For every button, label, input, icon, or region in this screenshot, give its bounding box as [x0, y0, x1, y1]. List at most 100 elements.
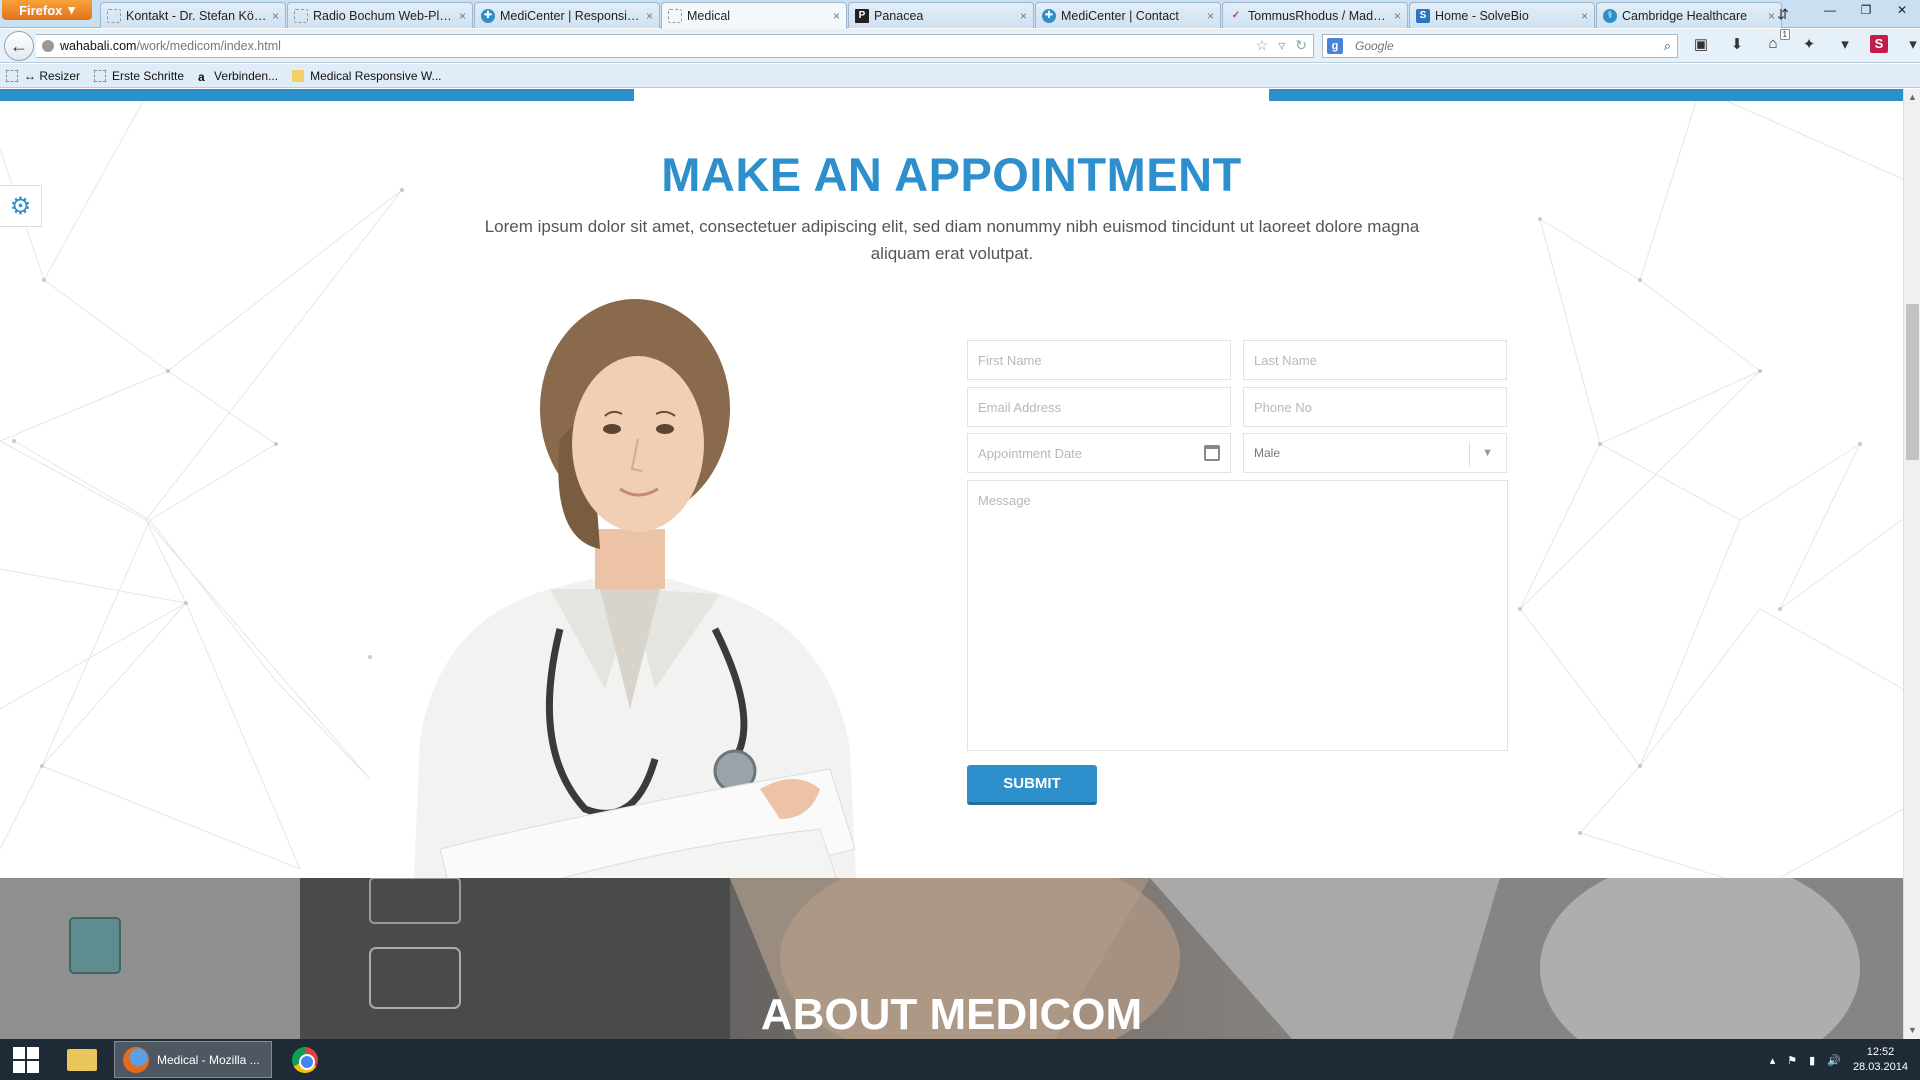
first-name-input[interactable]: [978, 352, 1230, 368]
reload-icon[interactable]: ↻: [1295, 37, 1307, 54]
tab-close-icon[interactable]: ×: [1581, 9, 1588, 23]
page-scrollbar[interactable]: ▲ ▼: [1903, 89, 1920, 1039]
windows-start-icon[interactable]: [6, 1043, 46, 1077]
blank-page-icon: [94, 69, 107, 82]
browser-tab[interactable]: P Panacea ×: [848, 2, 1034, 28]
list-all-tabs-button[interactable]: ⇵: [1770, 3, 1796, 25]
bookmark-item[interactable]: Erste Schritte: [94, 69, 184, 83]
blank-page-icon: [294, 8, 308, 23]
email-input[interactable]: [978, 399, 1230, 415]
tab-close-icon[interactable]: ×: [272, 9, 279, 23]
tab-title: MediCenter | Responsive ...: [500, 8, 642, 23]
tray-expand-icon[interactable]: ▴: [1770, 1054, 1776, 1067]
amazon-icon: a: [198, 69, 205, 84]
tab-title: MediCenter | Contact: [1061, 8, 1179, 23]
tab-title: Panacea: [874, 8, 924, 23]
tab-close-icon[interactable]: ×: [1394, 9, 1401, 23]
browser-tab[interactable]: ✚ MediCenter | Contact ×: [1035, 2, 1221, 28]
phone-input[interactable]: [1254, 399, 1506, 415]
downloads-icon[interactable]: ⬇: [1726, 35, 1748, 53]
doctor-image: [410, 299, 860, 967]
s-extension-icon[interactable]: S: [1870, 35, 1888, 53]
bookmark-item[interactable]: Medical Responsive W...: [292, 68, 442, 83]
close-window-icon[interactable]: ✕: [1884, 0, 1920, 20]
network-signal-icon[interactable]: ▮: [1809, 1054, 1815, 1067]
browser-tab[interactable]: S Home - SolveBio ×: [1409, 2, 1595, 28]
file-explorer-icon[interactable]: [58, 1041, 106, 1078]
solvebio-icon: S: [1416, 8, 1430, 23]
last-name-field[interactable]: [1243, 340, 1507, 380]
appointment-date-field[interactable]: [967, 433, 1231, 473]
history-dropdown-icon[interactable]: ▿: [1278, 37, 1285, 54]
section-title: MAKE AN APPOINTMENT: [661, 148, 1242, 201]
phone-field[interactable]: [1243, 387, 1507, 427]
tab-title: Medical: [687, 9, 731, 23]
scroll-thumb[interactable]: [1906, 304, 1919, 460]
gender-select[interactable]: Male ▼: [1243, 433, 1507, 473]
bookmark-star-icon[interactable]: ☆: [1256, 37, 1269, 54]
tommus-icon: ✓: [1231, 10, 1241, 21]
url-bar[interactable]: wahabali.com/work/medicom/index.html ☆ ▿…: [36, 34, 1314, 58]
message-textarea[interactable]: [967, 480, 1508, 751]
addon-icon[interactable]: ✦: [1798, 35, 1820, 53]
folder-icon: [292, 69, 305, 82]
url-bar-actions: ☆ ▿ ↻: [1256, 37, 1307, 54]
blank-page-icon: [107, 8, 121, 23]
blank-page-icon: [6, 69, 18, 82]
url-host: wahabali.com: [60, 39, 137, 53]
volume-icon[interactable]: 🔊: [1827, 1054, 1841, 1067]
search-magnifier-icon[interactable]: ⌕: [1664, 38, 1671, 54]
browser-tab[interactable]: Radio Bochum Web-Player ×: [287, 2, 473, 28]
browser-tab[interactable]: Kontakt - Dr. Stefan Köni... ×: [100, 2, 286, 28]
tab-close-icon[interactable]: ×: [1020, 9, 1027, 23]
toolbar-icons: ▣ ⬇ ⌂ ✦ ▾ S ▾: [1690, 29, 1920, 53]
taskbar-firefox-window[interactable]: Medical - Mozilla ...: [114, 1041, 272, 1078]
appointment-date-input[interactable]: [978, 445, 1230, 461]
minimize-icon[interactable]: —: [1812, 0, 1848, 20]
search-bar[interactable]: g ⌕: [1322, 34, 1678, 58]
last-name-input[interactable]: [1254, 352, 1506, 368]
browser-tab[interactable]: ✚ MediCenter | Responsive ... ×: [474, 2, 660, 28]
browser-tab[interactable]: Medical ×: [661, 2, 847, 29]
back-button[interactable]: ←: [4, 31, 34, 61]
browser-tab[interactable]: ⚕ Cambridge Healthcare ×: [1596, 2, 1782, 28]
about-title: ABOUT MEDICOM: [760, 990, 1143, 1039]
menu-chevron-icon[interactable]: ▾: [1834, 35, 1856, 53]
overflow-chevron-icon[interactable]: ▾: [1902, 35, 1920, 53]
email-field[interactable]: [967, 387, 1231, 427]
clock[interactable]: 12:52 28.03.2014: [1853, 1045, 1908, 1075]
site-identity-icon[interactable]: [42, 40, 54, 52]
cambridge-icon: ⚕: [1603, 8, 1617, 23]
browser-tab[interactable]: ✓ TommusRhodus / Madel... ×: [1222, 2, 1408, 28]
scroll-up-arrow-icon[interactable]: ▲: [1904, 89, 1920, 106]
library-icon[interactable]: ▣: [1690, 35, 1712, 53]
navigation-toolbar: ← wahabali.com/work/medicom/index.html ☆…: [0, 29, 1920, 63]
tab-close-icon[interactable]: ×: [459, 9, 466, 23]
bookmark-item[interactable]: a Verbinden...: [198, 69, 278, 84]
chevron-down-icon[interactable]: ▼: [1482, 447, 1493, 459]
bookmark-label: Medical Responsive W...: [310, 68, 442, 83]
first-name-field[interactable]: [967, 340, 1231, 380]
firefox-menu-button[interactable]: Firefox ▾: [2, 0, 92, 20]
tab-title: Home - SolveBio: [1435, 8, 1529, 23]
select-divider: [1469, 442, 1470, 466]
search-input[interactable]: [1355, 39, 1645, 53]
header-accent-bar-left: [0, 89, 634, 101]
tab-close-icon[interactable]: ×: [833, 9, 840, 23]
home-icon[interactable]: ⌂: [1762, 29, 1791, 53]
bookmark-item[interactable]: ↔ Resizer: [6, 69, 80, 83]
restore-icon[interactable]: ❐: [1848, 0, 1884, 20]
windows-taskbar: Medical - Mozilla ... ▴ ⚑ ▮ 🔊 12:52 28.0…: [0, 1039, 1920, 1080]
chrome-icon[interactable]: [280, 1041, 330, 1078]
scroll-down-arrow-icon[interactable]: ▼: [1904, 1022, 1920, 1039]
google-engine-icon[interactable]: g: [1327, 38, 1343, 54]
action-center-flag-icon[interactable]: ⚑: [1787, 1054, 1797, 1067]
calendar-icon[interactable]: [1204, 445, 1220, 461]
tab-title: Kontakt - Dr. Stefan Köni...: [126, 8, 268, 23]
tab-close-icon[interactable]: ×: [1207, 9, 1214, 23]
section-description: Lorem ipsum dolor sit amet, consectetuer…: [484, 217, 1420, 263]
firefox-menu-label: Firefox: [19, 2, 63, 18]
header-accent-bar-right: [1269, 89, 1903, 101]
tab-close-icon[interactable]: ×: [646, 9, 653, 23]
submit-button[interactable]: SUBMIT: [967, 765, 1097, 805]
